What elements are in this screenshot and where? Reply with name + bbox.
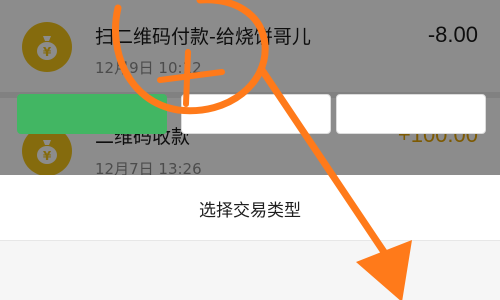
annotation-arrow-line — [258, 66, 388, 256]
annotation-plus-horizontal — [157, 69, 225, 83]
orange-annotation — [112, 0, 412, 300]
